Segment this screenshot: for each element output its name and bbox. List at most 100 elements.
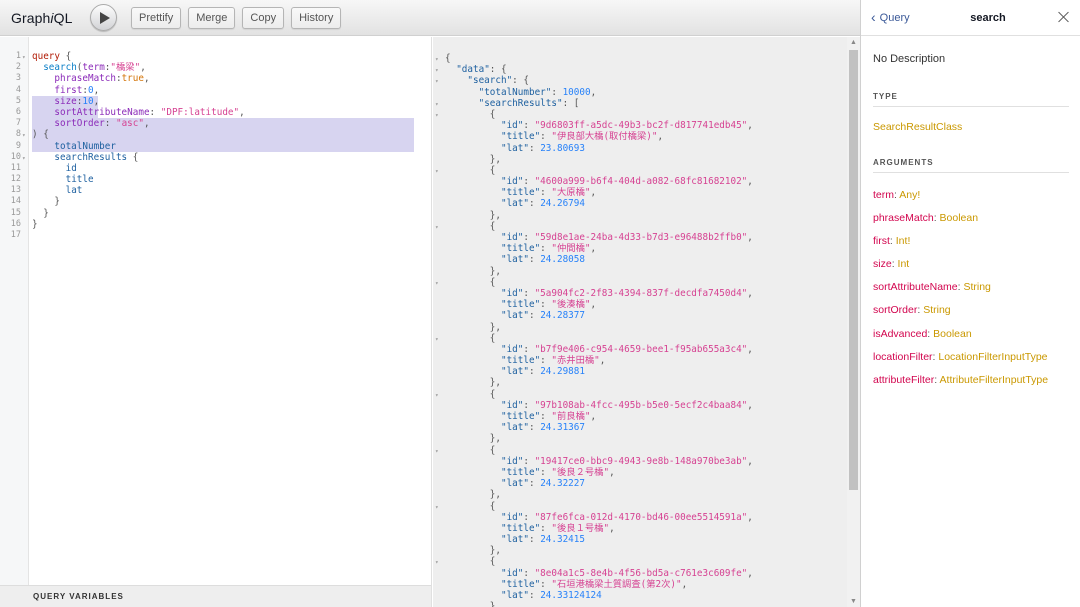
argument-name[interactable]: isAdvanced <box>873 328 927 340</box>
code-token: : <box>551 86 563 98</box>
code-text: "title": "仲間橋", <box>445 243 596 254</box>
argument-type-link[interactable]: Int! <box>896 235 911 247</box>
result-line: ▾ { <box>433 501 860 512</box>
code-text: "title": "赤井田橋", <box>445 355 605 366</box>
code-token: : <box>540 187 552 199</box>
code-token: { <box>127 151 139 163</box>
code-token: "id" <box>500 287 524 299</box>
code-token: : { <box>512 75 529 87</box>
argument-name[interactable]: sortAttributeName <box>873 281 958 293</box>
result-viewer[interactable]: ▾{▾ "data": {▾ "search": { "totalNumber"… <box>433 37 860 607</box>
docs-back-link[interactable]: ‹ Query <box>871 10 910 24</box>
argument-type-link[interactable]: LocationFilterInputType <box>938 351 1047 363</box>
argument-name[interactable]: first <box>873 235 890 247</box>
code-token: , <box>657 131 664 143</box>
code-text: "id": "b7f9e406-c954-4659-bee1-f95ab655a… <box>445 344 753 355</box>
prettify-button[interactable]: Prettify <box>131 6 182 29</box>
query-variables-toggle[interactable]: QUERY VARIABLES <box>0 585 431 607</box>
history-button[interactable]: History <box>291 6 342 29</box>
code-token: : <box>523 120 535 132</box>
code-token: : <box>528 310 541 322</box>
code-token: 10000 <box>562 86 591 98</box>
code-token: , <box>590 187 597 199</box>
argument-name[interactable]: locationFilter <box>873 351 933 363</box>
argument-type-link[interactable]: Any! <box>899 189 920 201</box>
argument-type-link[interactable]: String <box>963 281 990 293</box>
code-token: : <box>528 422 541 434</box>
code-token: sortOrder <box>54 118 105 130</box>
argument-name[interactable]: sortOrder <box>873 304 917 316</box>
argument-type-link[interactable]: String <box>923 304 950 316</box>
code-token: "橋梁" <box>110 62 141 74</box>
argument-item[interactable]: locationFilter: LocationFilterInputType <box>873 351 1048 374</box>
code-token: { <box>445 500 496 512</box>
argument-name[interactable]: attributeFilter <box>873 374 934 386</box>
code-token: { <box>445 164 496 176</box>
code-token: { <box>445 388 496 400</box>
result-scrollbar[interactable]: ▲ ▼ <box>847 37 860 607</box>
code-text: "id": "87fe6fca-012d-4170-bd46-00ee55145… <box>445 512 753 523</box>
result-line: "id": "97b108ab-4fcc-495b-b5e0-5ecf2c4ba… <box>433 400 860 411</box>
code-text: "id": "19417ce0-bbc9-4943-9e8b-148a970be… <box>445 456 753 467</box>
code-token: "title" <box>500 411 541 422</box>
code-token: : <box>528 478 541 490</box>
code-text: "totalNumber": 10000, <box>445 86 597 98</box>
argument-item[interactable]: sortOrder: String <box>873 304 1048 327</box>
docs-header: search ‹ Query <box>861 0 1080 36</box>
argument-item[interactable]: isAdvanced: Boolean <box>873 328 1048 351</box>
result-line: ▾ { <box>433 556 860 567</box>
argument-type-link[interactable]: Boolean <box>940 212 979 224</box>
copy-button[interactable]: Copy <box>242 6 285 29</box>
result-line: "lat": 23.80693 <box>433 143 860 154</box>
result-line: "lat": 24.28058 <box>433 254 860 265</box>
argument-type-link[interactable]: AttributeFilterInputType <box>940 374 1049 386</box>
close-icon[interactable] <box>1058 11 1070 23</box>
argument-type-link[interactable]: Int <box>898 258 910 270</box>
query-code[interactable]: 1 ▾ query {2 search(term:"橋梁", 3 phraseMatc… <box>0 51 431 241</box>
code-token: "totalNumber" <box>478 86 552 98</box>
argument-item[interactable]: attributeFilter: AttributeFilterInputTyp… <box>873 374 1048 397</box>
result-line: "title": "大原橋", <box>433 187 860 198</box>
code-token: : <box>540 411 552 422</box>
code-token: "後良１号橋" <box>551 522 610 534</box>
scrollbar-thumb[interactable] <box>849 50 858 490</box>
result-line: "id": "19417ce0-bbc9-4943-9e8b-148a970be… <box>433 456 860 467</box>
argument-item[interactable]: phraseMatch: Boolean <box>873 212 1048 235</box>
argument-item[interactable]: sortAttributeName: String <box>873 281 1048 304</box>
code-token: "title" <box>500 243 541 255</box>
code-token: "石垣港橋梁土質調査(第2次)" <box>551 578 682 590</box>
code-token: : <box>528 534 541 546</box>
code-token: "id" <box>500 455 524 467</box>
argument-item[interactable]: term: Any! <box>873 189 1048 212</box>
code-token: 24.32227 <box>540 478 585 490</box>
argument-name[interactable]: phraseMatch <box>873 212 934 224</box>
argument-name[interactable]: size <box>873 258 892 270</box>
argument-item[interactable]: size: Int <box>873 258 1048 281</box>
argument-item[interactable]: first: Int! <box>873 235 1048 258</box>
code-text: "lat": 24.26794 <box>445 198 585 209</box>
code-line: 11 id <box>0 163 431 174</box>
argument-type-link[interactable]: Boolean <box>933 328 972 340</box>
code-text: lat <box>32 185 83 196</box>
arguments-list: term: Any! phraseMatch: Boolean first: Int… <box>873 189 1048 397</box>
result-line: ▾ "searchResults": [ <box>433 98 860 109</box>
scroll-up-arrow-icon[interactable]: ▲ <box>850 39 857 46</box>
scroll-down-arrow-icon[interactable]: ▼ <box>850 598 857 605</box>
code-text: { <box>445 445 496 456</box>
merge-button[interactable]: Merge <box>188 6 236 29</box>
type-link[interactable]: SearchResultClass <box>873 121 962 133</box>
argument-name[interactable]: term <box>873 189 894 201</box>
code-line: 9 totalNumber <box>0 141 431 152</box>
code-text: size:10, <box>32 96 99 107</box>
query-editor[interactable]: 1 ▾ query {2 search(term:"橋梁", 3 phraseMatc… <box>0 37 432 607</box>
code-text: search(term:"橋梁", <box>32 62 146 73</box>
execute-query-button[interactable] <box>90 4 117 31</box>
code-token: : <box>540 299 552 311</box>
